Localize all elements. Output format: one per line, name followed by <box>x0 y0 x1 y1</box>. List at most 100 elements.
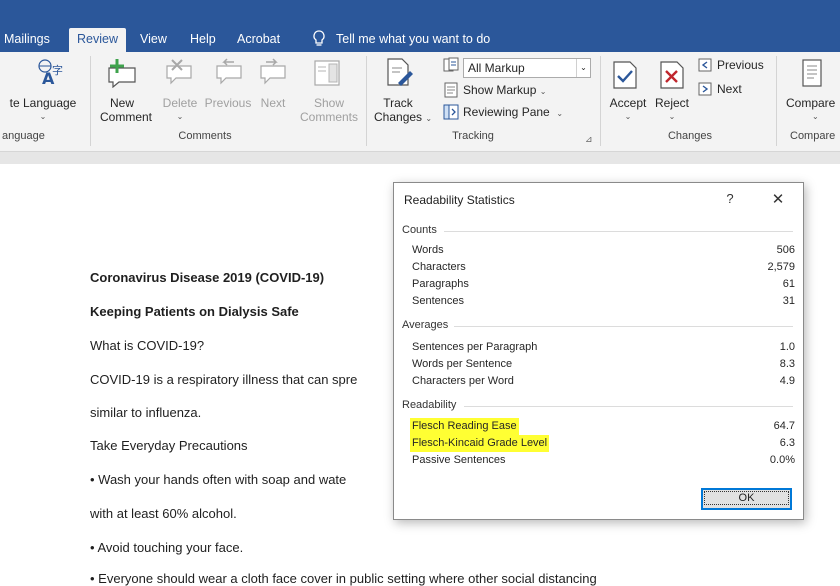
stat-row-words-per-sentence: Words per Sentence 8.3 <box>412 356 795 373</box>
reject-label: Reject <box>654 96 689 110</box>
new-comment-label-1: New <box>109 96 134 110</box>
stat-value: 1.0 <box>779 341 795 353</box>
ribbon-tab-bar: Mailings Review View Help Acrobat Tell m… <box>0 0 840 52</box>
group-divider <box>90 56 91 146</box>
tab-review[interactable]: Review <box>69 28 126 52</box>
chevron-down-icon: ⌄ <box>624 112 632 121</box>
stat-label: Paragraphs <box>412 278 469 290</box>
track-changes-label-2: Changes ⌄ <box>374 110 432 126</box>
stat-row-flesch-kincaid-grade: Flesch-Kincaid Grade Level 6.3 <box>410 435 795 452</box>
show-comments-button[interactable]: Show Comments <box>298 96 360 124</box>
help-icon[interactable]: ? <box>722 191 738 206</box>
chevron-down-icon: ⌄ <box>556 109 564 118</box>
markup-display-select[interactable]: All Markup ⌄ <box>463 58 591 78</box>
stat-label: Sentences <box>412 295 464 307</box>
group-divider <box>776 56 777 146</box>
chevron-down-icon: ⌄ <box>812 112 819 121</box>
tab-mailings[interactable]: Mailings <box>2 28 52 52</box>
doc-heading-2: Keeping Patients on Dialysis Safe <box>90 304 299 319</box>
ok-button[interactable]: OK <box>701 488 792 510</box>
tab-view[interactable]: View <box>138 28 169 52</box>
review-ribbon: A 字 te Language ⌄ anguage New Comment De… <box>0 52 840 152</box>
new-comment-button[interactable]: New Comment <box>100 96 153 124</box>
accept-button[interactable]: Accept ⌄ <box>608 96 648 124</box>
stat-value: 0.0% <box>769 454 795 466</box>
doc-line: • Everyone should wear a cloth face cove… <box>90 571 597 586</box>
reviewing-pane-icon <box>443 104 459 120</box>
stat-label: Characters <box>412 261 466 273</box>
compare-button[interactable]: Compare ⌄ <box>786 96 840 124</box>
stat-row-characters: Characters 2,579 <box>412 259 795 276</box>
chevron-down-icon: ⌄ <box>176 112 184 121</box>
doc-line: What is COVID-19? <box>90 338 205 353</box>
show-markup-label: Show Markup <box>463 83 537 97</box>
svg-text:字: 字 <box>52 63 63 77</box>
stat-label: Passive Sentences <box>412 454 506 466</box>
new-comment-label-2: Comment <box>100 110 153 124</box>
doc-line: similar to influenza. <box>90 405 202 420</box>
stat-label: Words <box>412 244 444 256</box>
show-comments-label-2: Comments <box>299 110 358 124</box>
stat-row-paragraphs: Paragraphs 61 <box>412 276 795 293</box>
compare-label: Compare <box>786 96 836 110</box>
stat-value: 2,579 <box>767 261 795 273</box>
next-comment-button[interactable]: Next <box>256 96 290 110</box>
dialog-launcher-icon[interactable]: ⊿ <box>585 134 593 145</box>
previous-comment-button[interactable]: Previous <box>204 96 252 110</box>
doc-heading-1: Coronavirus Disease 2019 (COVID-19) <box>90 270 325 285</box>
ruler-band <box>0 152 840 164</box>
delete-comment-button[interactable]: Delete ⌄ <box>160 96 200 124</box>
language-button[interactable]: te Language ⌄ <box>0 96 86 124</box>
stat-label: Flesch-Kincaid Grade Level <box>410 435 550 452</box>
stat-row-characters-per-word: Characters per Word 4.9 <box>412 373 795 390</box>
track-changes-label-1: Track <box>383 96 413 110</box>
previous-comment-icon <box>216 58 242 85</box>
section-divider <box>444 231 793 232</box>
language-button-label: te Language <box>9 96 77 110</box>
section-divider <box>454 326 793 327</box>
next-comment-icon <box>260 58 286 85</box>
translate-language-icon: A 字 <box>38 59 63 87</box>
chevron-down-icon: ⌄ <box>539 87 547 96</box>
chevron-down-icon[interactable]: ⌄ <box>576 59 590 77</box>
tab-help[interactable]: Help <box>188 28 218 52</box>
close-icon[interactable]: ✕ <box>766 189 790 211</box>
track-changes-button[interactable]: Track Changes ⌄ <box>374 96 432 126</box>
reject-button[interactable]: Reject ⌄ <box>652 96 692 124</box>
tell-me-search[interactable]: Tell me what you want to do <box>336 28 490 50</box>
delete-label: Delete <box>162 96 198 110</box>
next-change-button[interactable]: Next <box>717 80 742 98</box>
track-changes-label-text: Changes <box>374 110 423 124</box>
doc-line: Take Everyday Precautions <box>90 438 248 453</box>
chevron-down-icon: ⌄ <box>668 112 676 121</box>
previous-change-button[interactable]: Previous <box>717 56 764 74</box>
show-markup-button[interactable]: Show Markup ⌄ <box>463 81 546 101</box>
stat-value: 8.3 <box>779 358 795 370</box>
lightbulb-icon[interactable] <box>311 29 327 49</box>
dialog-title: Readability Statistics <box>404 193 515 207</box>
doc-line: with at least 60% alcohol. <box>90 506 237 521</box>
doc-line: COVID-19 is a respiratory illness that c… <box>90 372 358 387</box>
accept-change-icon <box>613 61 637 89</box>
next-change-icon <box>698 82 712 96</box>
stat-value: 6.3 <box>779 437 795 449</box>
reviewing-pane-button[interactable]: Reviewing Pane ⌄ <box>463 103 563 123</box>
section-divider <box>464 406 793 407</box>
stat-label: Words per Sentence <box>412 358 513 370</box>
stat-label: Characters per Word <box>412 375 514 387</box>
new-comment-icon <box>108 59 136 88</box>
tab-acrobat[interactable]: Acrobat <box>235 28 282 52</box>
doc-line: • Wash your hands often with soap and wa… <box>90 472 347 487</box>
stat-row-sentences: Sentences 31 <box>412 293 795 310</box>
readability-heading: Readability <box>402 399 457 411</box>
chevron-down-icon: ⌄ <box>39 112 47 121</box>
stat-row-words: Words 506 <box>412 242 795 259</box>
stat-value: 64.7 <box>773 420 795 432</box>
show-comments-icon <box>314 60 340 86</box>
reject-change-icon <box>660 61 684 89</box>
stat-value: 506 <box>776 244 795 256</box>
show-markup-icon <box>444 82 458 98</box>
stat-value: 4.9 <box>779 375 795 387</box>
track-changes-icon <box>387 58 413 86</box>
chevron-down-icon: ⌄ <box>425 114 433 123</box>
